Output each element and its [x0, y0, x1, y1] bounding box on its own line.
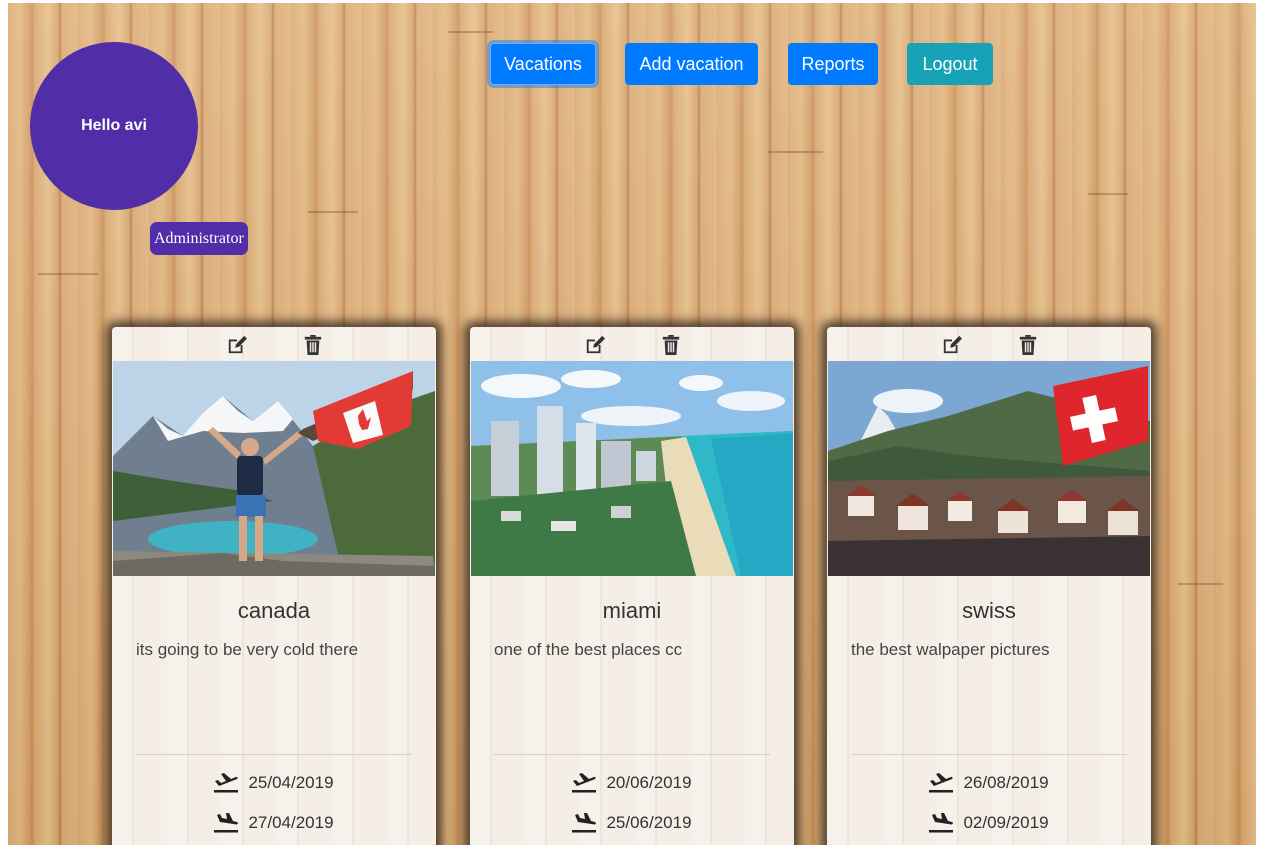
plane-arrival-icon	[572, 813, 597, 833]
card-toolbar	[470, 327, 794, 361]
vacation-card: swiss the best walpaper pictures 26/08/2…	[827, 327, 1151, 845]
vacation-image-miami	[471, 361, 793, 576]
trash-icon[interactable]	[660, 335, 682, 355]
role-badge: Administrator	[150, 222, 248, 255]
reports-button[interactable]: Reports	[788, 43, 878, 85]
departure-date: 20/06/2019	[606, 773, 692, 792]
app-background: Hello avi Administrator Vacations Add va…	[8, 3, 1256, 845]
departure-date-row: 26/08/2019	[827, 771, 1151, 795]
trash-icon[interactable]	[302, 335, 324, 355]
arrival-date: 27/04/2019	[248, 813, 334, 832]
plane-arrival-icon	[929, 813, 954, 833]
card-divider	[494, 754, 770, 755]
user-avatar-greeting: Hello avi	[30, 42, 198, 210]
plank-seam	[1178, 583, 1223, 585]
vacation-title: swiss	[962, 598, 1016, 623]
departure-date: 26/08/2019	[963, 773, 1049, 792]
vacation-description: one of the best places cc	[494, 640, 683, 659]
vacation-card: canada its going to be very cold there 2…	[112, 327, 436, 845]
vacation-title: miami	[602, 598, 662, 623]
plank-seam	[38, 273, 98, 275]
departure-date-row: 25/04/2019	[112, 771, 436, 795]
plane-departure-icon	[572, 773, 597, 793]
plank-seam	[1088, 193, 1128, 195]
vacation-description: the best walpaper pictures	[851, 640, 1050, 659]
edit-icon[interactable]	[941, 335, 963, 355]
plane-departure-icon	[929, 773, 954, 793]
edit-icon[interactable]	[226, 335, 248, 355]
vacation-image-swiss	[828, 361, 1150, 576]
plane-arrival-icon	[214, 813, 239, 833]
card-divider	[851, 754, 1127, 755]
edit-icon[interactable]	[584, 335, 606, 355]
plank-seam	[448, 31, 493, 33]
arrival-date: 25/06/2019	[606, 813, 692, 832]
plank-seam	[308, 211, 358, 213]
vacation-card: miami one of the best places cc 20/06/20…	[470, 327, 794, 845]
add-vacation-button[interactable]: Add vacation	[625, 43, 758, 85]
card-divider	[136, 754, 412, 755]
vacation-title: canada	[237, 598, 311, 623]
arrival-date-row: 27/04/2019	[112, 811, 436, 835]
arrival-date-row: 02/09/2019	[827, 811, 1151, 835]
card-toolbar	[112, 327, 436, 361]
logout-button[interactable]: Logout	[907, 43, 993, 85]
plank-seam	[768, 151, 823, 153]
arrival-date: 02/09/2019	[963, 813, 1049, 832]
departure-date-row: 20/06/2019	[470, 771, 794, 795]
vacation-description: its going to be very cold there	[136, 640, 359, 659]
card-toolbar	[827, 327, 1151, 361]
trash-icon[interactable]	[1017, 335, 1039, 355]
vacations-button[interactable]: Vacations	[490, 43, 596, 85]
plane-departure-icon	[214, 773, 239, 793]
departure-date: 25/04/2019	[248, 773, 334, 792]
vacation-image-canada	[113, 361, 435, 576]
arrival-date-row: 25/06/2019	[470, 811, 794, 835]
